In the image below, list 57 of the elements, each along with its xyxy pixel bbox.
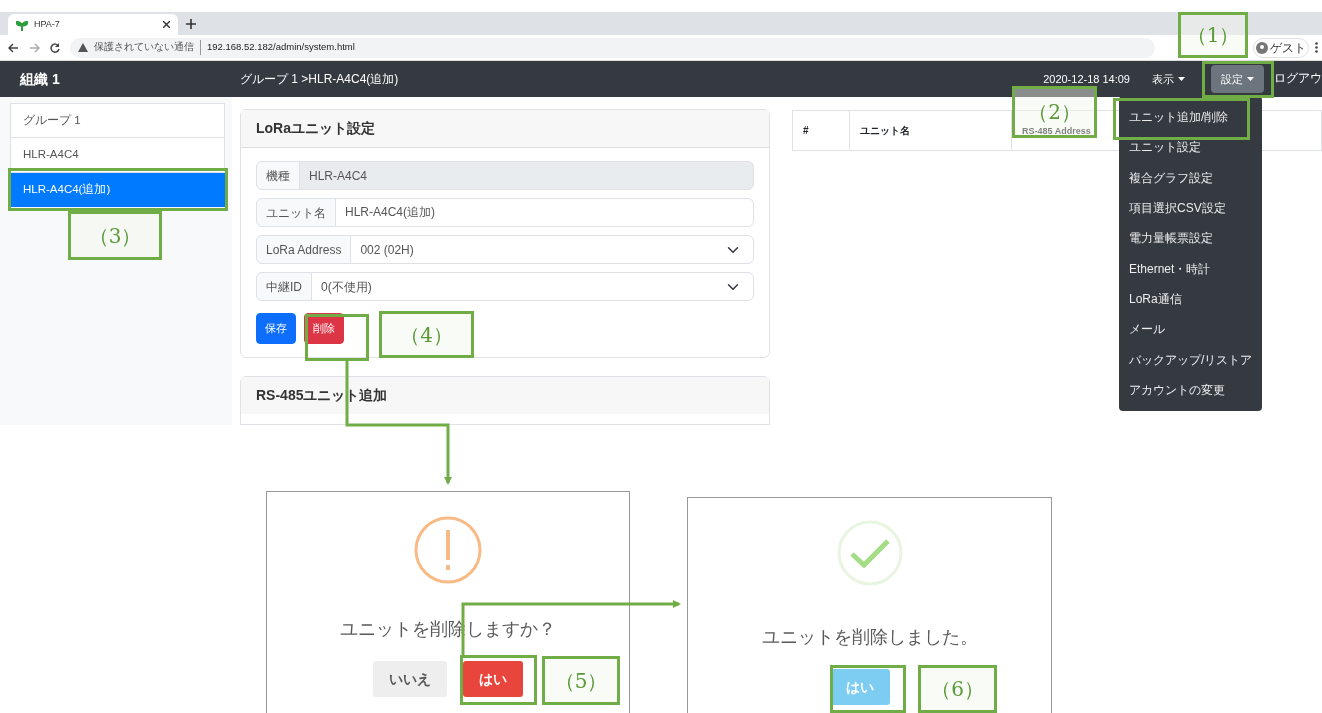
caret-icon xyxy=(1178,77,1185,81)
browser-tab[interactable]: HPA-7 xyxy=(8,14,178,35)
sidebar-item[interactable]: HLR-A4C4(追加) xyxy=(10,172,225,207)
more-icon[interactable] xyxy=(1315,42,1318,53)
menu-item[interactable]: 電力量帳票設定 xyxy=(1119,223,1262,254)
column-header: ユニット名 xyxy=(849,110,1012,151)
back-icon[interactable] xyxy=(8,42,19,53)
breadcrumb: グループ 1 >HLR-A4C4(追加) xyxy=(240,71,400,88)
readonly-field[interactable]: HLR-A4C4 xyxy=(299,161,754,190)
reload-icon[interactable] xyxy=(50,42,60,53)
no-button[interactable]: いいえ xyxy=(373,661,447,697)
datetime: 2020-12-18 14:09 xyxy=(1043,71,1130,87)
url-text: 192.168.52.182/admin/system.html xyxy=(207,40,355,55)
new-tab-icon[interactable] xyxy=(186,19,196,29)
card-title: RS-485ユニット追加 xyxy=(241,376,769,414)
address-bar[interactable]: 保護されていない通信 192.168.52.182/admin/system.html xyxy=(70,37,1155,58)
check-icon xyxy=(836,520,903,586)
menu-button[interactable]: 設定 xyxy=(1211,64,1264,94)
sprout-icon xyxy=(16,18,28,31)
save-button[interactable]: 保存 xyxy=(256,313,296,344)
step-callout: （5） xyxy=(542,656,620,705)
step-callout: （1） xyxy=(1178,12,1248,58)
caret-icon xyxy=(1247,77,1254,81)
field-label: 機種 xyxy=(256,161,300,190)
delete-button[interactable]: 削除 xyxy=(304,313,344,344)
field-label: ユニット名 xyxy=(256,198,336,227)
menu-item[interactable]: 項目選択CSV設定 xyxy=(1119,192,1262,224)
avatar-icon xyxy=(1256,41,1268,54)
highlight-frame xyxy=(305,314,369,361)
dialog-message: ユニットを削除しました。 xyxy=(761,626,978,649)
step-callout: （4） xyxy=(379,311,474,358)
card-title: LoRaユニット設定 xyxy=(241,110,769,148)
security-label: 保護されていない通信 xyxy=(94,40,201,55)
brand-title: 組織 1 xyxy=(20,69,61,89)
warning-icon xyxy=(78,43,88,52)
step-callout: （3） xyxy=(68,211,162,260)
select-field[interactable]: 002 (02H) xyxy=(350,235,754,264)
tab-title: HPA-7 xyxy=(34,17,61,31)
sidebar-item[interactable]: グループ 1 xyxy=(10,103,225,139)
text-field[interactable]: HLR-A4C4(追加) xyxy=(335,198,754,227)
menu-item[interactable]: バックアップ/リストア xyxy=(1119,344,1262,375)
profile-button[interactable]: ゲスト xyxy=(1253,37,1309,58)
close-icon[interactable] xyxy=(163,21,170,28)
field-label: 中継ID xyxy=(256,272,312,301)
step-callout: （6） xyxy=(918,665,997,713)
menu-item[interactable]: 複合グラフ設定 xyxy=(1119,162,1262,193)
menu-item[interactable]: メール xyxy=(1119,314,1262,345)
field-label: LoRa Address xyxy=(256,235,352,264)
yes-button[interactable]: はい xyxy=(463,661,523,697)
menu-item[interactable]: アカウントの変更 xyxy=(1119,374,1262,405)
warning-icon xyxy=(414,516,482,584)
logout-link[interactable]: ログアウ xyxy=(1274,70,1322,88)
column-header: # xyxy=(792,110,850,151)
menu-item[interactable]: Ethernet・時計 xyxy=(1119,253,1262,284)
select-field[interactable]: 0(不使用) xyxy=(311,272,754,301)
menu-item[interactable]: LoRa通信 xyxy=(1119,283,1262,315)
menu-button[interactable]: 表示 xyxy=(1142,64,1195,94)
